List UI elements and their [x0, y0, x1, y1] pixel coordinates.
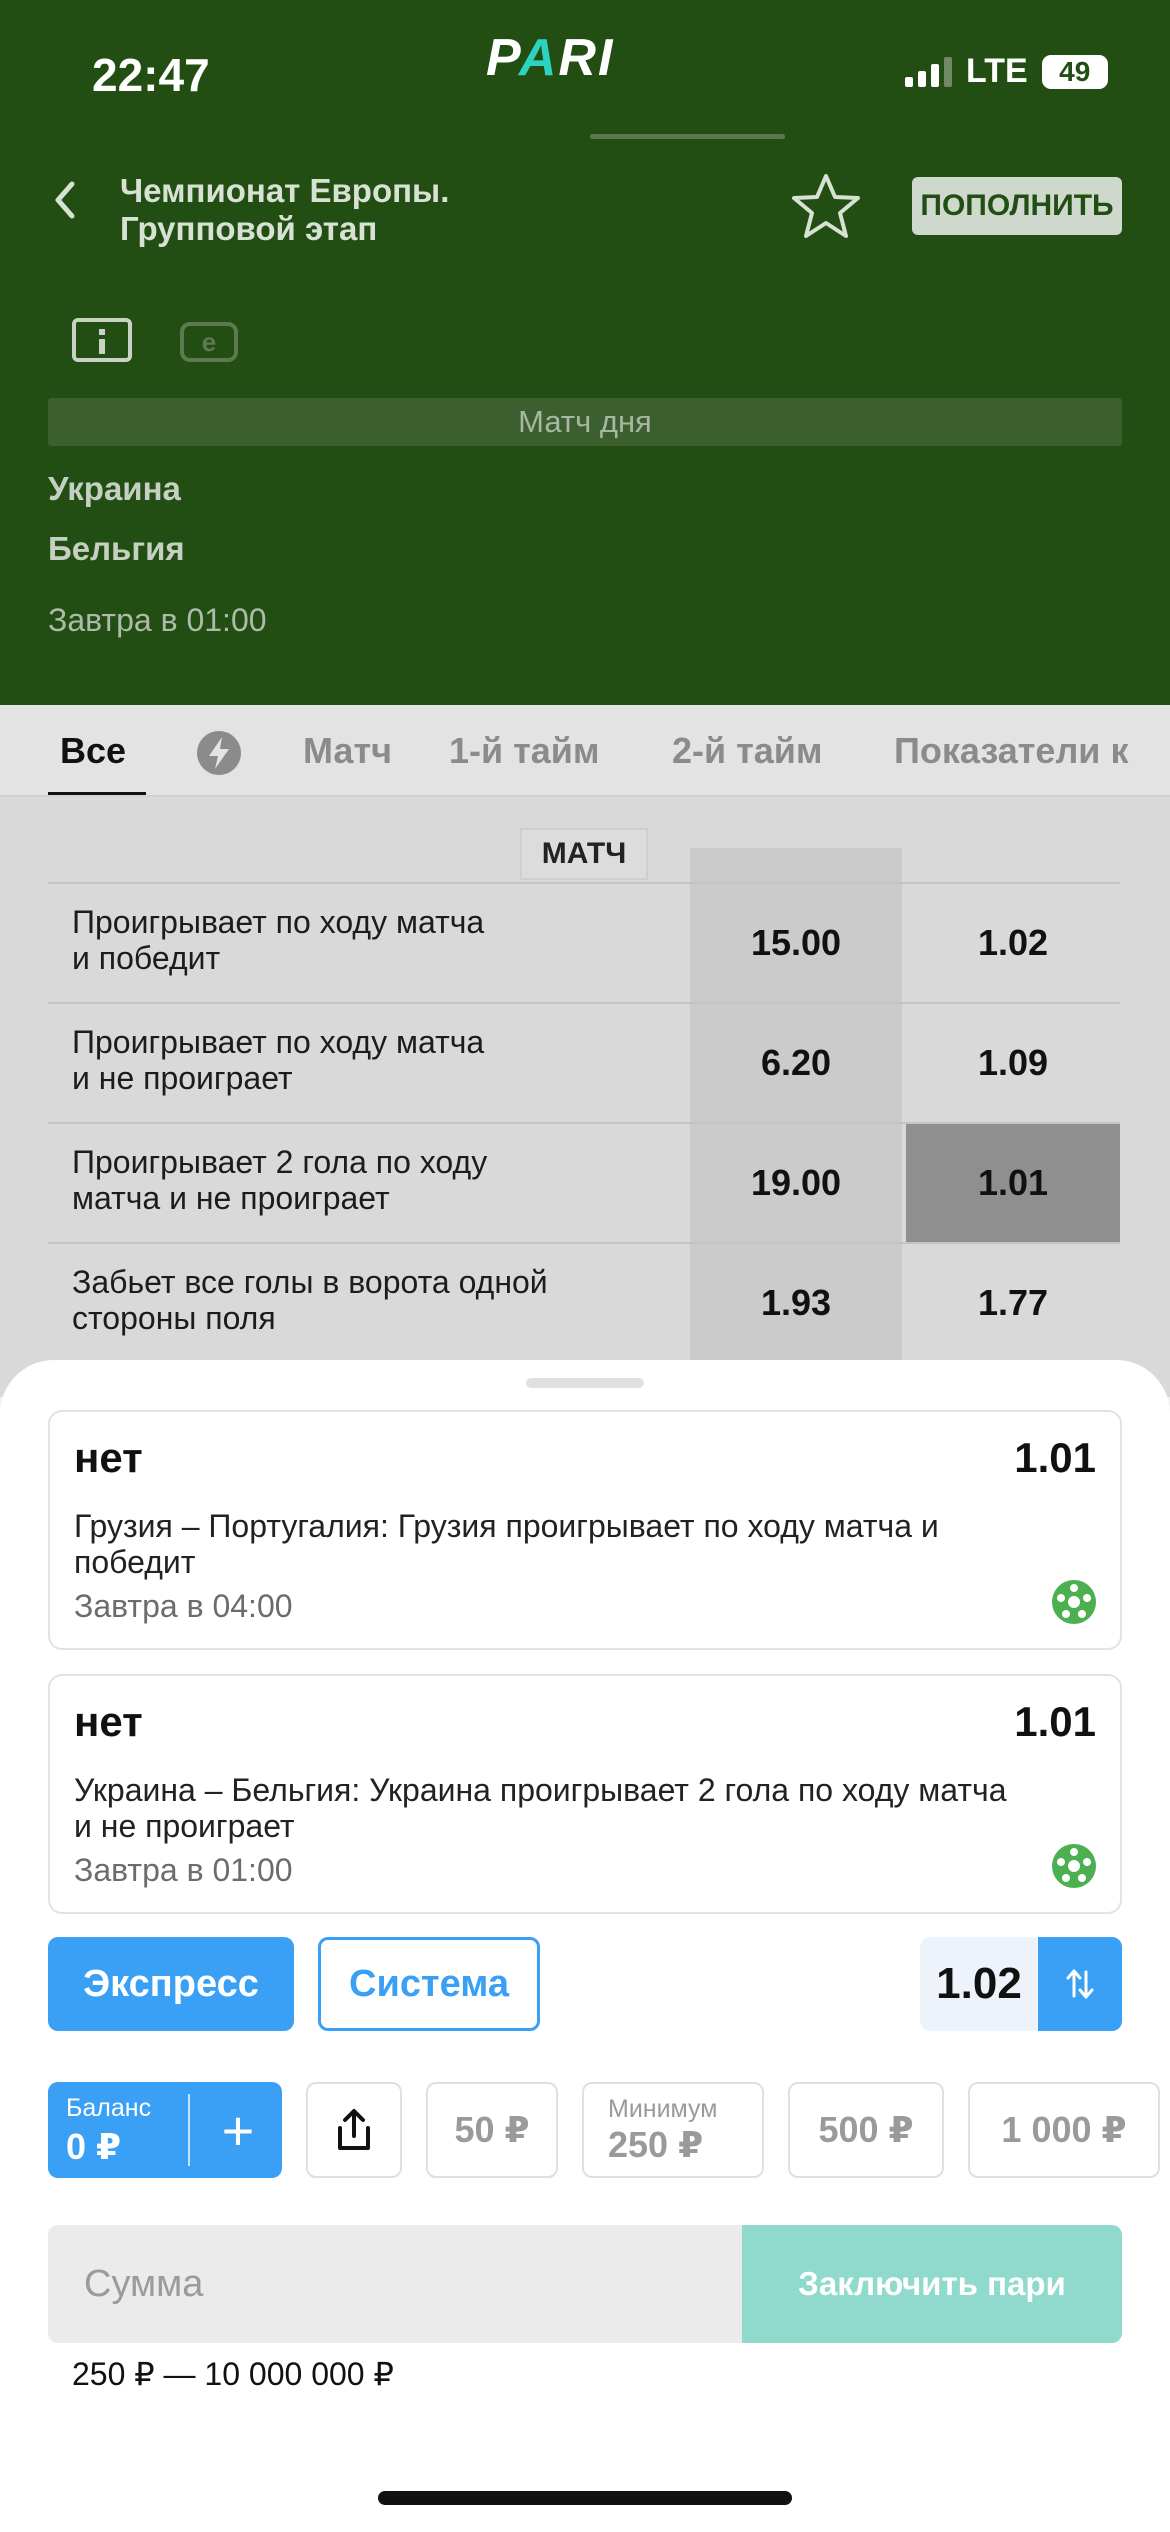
swap-arrows-icon [1066, 1969, 1094, 1999]
info-icon[interactable] [72, 318, 132, 362]
market-row: Проигрывает по ходу матча и победит 15.00… [48, 882, 1120, 1002]
balance-widget[interactable]: Баланс 0 ₽ + [48, 2082, 282, 2178]
pari-logo: PARI [486, 29, 615, 87]
odd-yes[interactable]: 15.00 [690, 884, 902, 1002]
quick-amount-minimum[interactable]: Минимум 250 ₽ [582, 2082, 764, 2178]
total-coef: 1.02 [920, 1937, 1038, 2031]
bet-outcome: нет [74, 1434, 143, 1481]
stake-amount-input[interactable] [48, 2225, 742, 2343]
tab-first-half[interactable]: 1-й тайм [449, 730, 600, 772]
sheet-grab-handle[interactable] [526, 1378, 644, 1388]
odd-yes[interactable]: 6.20 [690, 1004, 902, 1122]
share-button[interactable] [306, 2082, 402, 2178]
plus-icon[interactable]: + [194, 2082, 282, 2178]
express-button[interactable]: Экспресс [48, 1937, 294, 2031]
match-start-time: Завтра в 01:00 [48, 602, 267, 638]
tab-stats[interactable]: Показатели к [894, 730, 1128, 772]
bet-description: Украина – Бельгия: Украина проигрывает 2… [74, 1772, 1007, 1844]
event-header: 22:47 PARI LTE 49 Чемпионат Европы. Груп… [0, 0, 1170, 705]
balance-value: 0 ₽ [66, 2126, 122, 2167]
home-indicator[interactable] [378, 2491, 792, 2505]
signal-icon [905, 56, 952, 87]
balance-divider [188, 2094, 190, 2166]
market-tabs: Все Матч 1-й тайм 2-й тайм Показатели к [0, 705, 1170, 797]
tab-all[interactable]: Все [60, 730, 126, 772]
market-row: Проигрывает по ходу матча и не проиграет … [48, 1002, 1120, 1122]
bet-card[interactable]: нет 1.01 Украина – Бельгия: Украина прои… [48, 1674, 1122, 1914]
odd-no[interactable]: 1.02 [906, 884, 1120, 1002]
odd-no[interactable]: 1.09 [906, 1004, 1120, 1122]
stats-icon[interactable]: e [180, 322, 238, 362]
swap-button[interactable] [1038, 1937, 1122, 2031]
market-name: Проигрывает 2 гола по ходу матча и не про… [48, 1124, 688, 1242]
quick-amount-1000[interactable]: 1 000 ₽ [968, 2082, 1160, 2178]
market-row: Забьет все голы в ворота одной стороны по… [48, 1242, 1120, 1362]
team-away: Бельгия [48, 530, 185, 567]
bet-card[interactable]: нет 1.01 Грузия – Португалия: Грузия про… [48, 1410, 1122, 1650]
tab-second-half[interactable]: 2-й тайм [672, 730, 823, 772]
header-divider [590, 134, 785, 139]
bet-coef: 1.01 [1014, 1698, 1096, 1745]
market-name: Проигрывает по ходу матча и не проиграет [48, 1004, 688, 1122]
chevron-left-icon [55, 181, 75, 219]
lightning-icon[interactable] [193, 727, 245, 779]
deposit-button[interactable]: ПОПОЛНИТЬ [912, 177, 1122, 235]
football-icon [1052, 1844, 1096, 1888]
status-time: 22:47 [92, 49, 210, 101]
bet-outcome: нет [74, 1698, 143, 1745]
share-icon [338, 2109, 370, 2150]
star-icon [792, 174, 860, 238]
odd-no-selected[interactable]: 1.01 [906, 1124, 1120, 1242]
football-icon [1052, 1580, 1096, 1624]
market-name: Проигрывает по ходу матча и победит [48, 884, 688, 1002]
battery-icon: 49 [1041, 54, 1108, 89]
bet-description: Грузия – Португалия: Грузия проигрывает … [74, 1508, 939, 1580]
place-bet-button[interactable]: Заключить пари [742, 2225, 1122, 2343]
match-of-day-banner: Матч дня [48, 398, 1122, 446]
tournament-title: Чемпионат Европы. Групповой этап [120, 172, 450, 247]
back-button[interactable] [40, 170, 90, 230]
status-indicators: LTE 49 [905, 52, 1108, 91]
network-type: LTE [966, 52, 1028, 90]
stake-range: 250 ₽ — 10 000 000 ₽ [72, 2356, 394, 2392]
column-header-yes [690, 848, 902, 884]
favorite-button[interactable] [790, 170, 862, 242]
market-row: Проигрывает 2 гола по ходу матча и не про… [48, 1122, 1120, 1242]
quick-amount-50[interactable]: 50 ₽ [426, 2082, 558, 2178]
team-home: Украина [48, 470, 181, 507]
tab-match[interactable]: Матч [303, 730, 392, 772]
section-title: МАТЧ [520, 828, 648, 880]
bet-time: Завтра в 01:00 [74, 1852, 293, 1888]
odd-yes[interactable]: 1.93 [690, 1244, 902, 1362]
market-name: Забьет все голы в ворота одной стороны по… [48, 1244, 688, 1362]
bet-coef: 1.01 [1014, 1434, 1096, 1481]
bet-time: Завтра в 04:00 [74, 1588, 293, 1624]
system-button[interactable]: Система [318, 1937, 540, 2031]
odd-yes[interactable]: 19.00 [690, 1124, 902, 1242]
quick-amount-500[interactable]: 500 ₽ [788, 2082, 944, 2178]
odd-no[interactable]: 1.77 [906, 1244, 1120, 1362]
balance-label: Баланс [66, 2094, 152, 2122]
